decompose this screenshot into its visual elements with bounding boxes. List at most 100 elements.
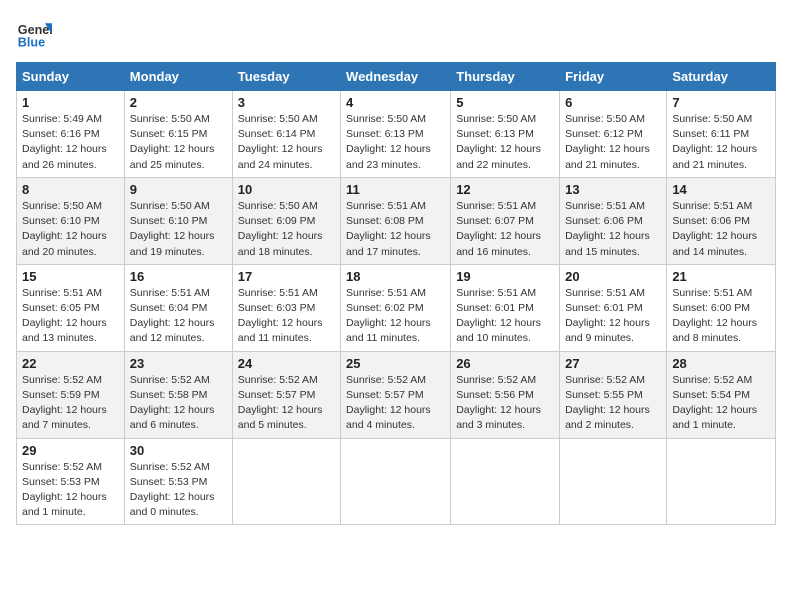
svg-text:Blue: Blue	[18, 36, 45, 50]
day-number: 14	[672, 182, 770, 197]
calendar-cell: 1 Sunrise: 5:49 AMSunset: 6:16 PMDaylight…	[17, 91, 125, 178]
calendar-cell	[232, 438, 340, 525]
calendar-cell: 27 Sunrise: 5:52 AMSunset: 5:55 PMDayligh…	[560, 351, 667, 438]
calendar-week-row: 22 Sunrise: 5:52 AMSunset: 5:59 PMDayligh…	[17, 351, 776, 438]
day-detail: Sunrise: 5:50 AMSunset: 6:14 PMDaylight:…	[238, 113, 323, 171]
day-detail: Sunrise: 5:50 AMSunset: 6:10 PMDaylight:…	[22, 200, 107, 258]
calendar-cell: 22 Sunrise: 5:52 AMSunset: 5:59 PMDayligh…	[17, 351, 125, 438]
calendar-cell: 9 Sunrise: 5:50 AMSunset: 6:10 PMDaylight…	[124, 177, 232, 264]
day-detail: Sunrise: 5:52 AMSunset: 5:53 PMDaylight:…	[22, 461, 107, 519]
day-detail: Sunrise: 5:50 AMSunset: 6:13 PMDaylight:…	[346, 113, 431, 171]
calendar-cell: 17 Sunrise: 5:51 AMSunset: 6:03 PMDayligh…	[232, 264, 340, 351]
calendar-cell: 28Sunrise: 5:52 AMSunset: 5:54 PMDayligh…	[667, 351, 776, 438]
day-detail: Sunrise: 5:52 AMSunset: 5:55 PMDaylight:…	[565, 374, 650, 432]
day-header-friday: Friday	[560, 63, 667, 91]
calendar-week-row: 15 Sunrise: 5:51 AMSunset: 6:05 PMDayligh…	[17, 264, 776, 351]
calendar-cell: 16 Sunrise: 5:51 AMSunset: 6:04 PMDayligh…	[124, 264, 232, 351]
day-number: 1	[22, 95, 119, 110]
day-detail: Sunrise: 5:50 AMSunset: 6:11 PMDaylight:…	[672, 113, 757, 171]
day-number: 15	[22, 269, 119, 284]
day-detail: Sunrise: 5:51 AMSunset: 6:00 PMDaylight:…	[672, 287, 757, 345]
calendar-week-row: 8 Sunrise: 5:50 AMSunset: 6:10 PMDaylight…	[17, 177, 776, 264]
calendar-body: 1 Sunrise: 5:49 AMSunset: 6:16 PMDaylight…	[17, 91, 776, 525]
day-number: 8	[22, 182, 119, 197]
day-detail: Sunrise: 5:51 AMSunset: 6:04 PMDaylight:…	[130, 287, 215, 345]
calendar-table: SundayMondayTuesdayWednesdayThursdayFrid…	[16, 62, 776, 525]
calendar-cell: 26Sunrise: 5:52 AMSunset: 5:56 PMDayligh…	[451, 351, 560, 438]
day-number: 12	[456, 182, 554, 197]
calendar-cell: 3 Sunrise: 5:50 AMSunset: 6:14 PMDaylight…	[232, 91, 340, 178]
calendar-cell	[560, 438, 667, 525]
calendar-cell: 11 Sunrise: 5:51 AMSunset: 6:08 PMDayligh…	[341, 177, 451, 264]
day-header-tuesday: Tuesday	[232, 63, 340, 91]
day-number: 25	[346, 356, 445, 371]
calendar-week-row: 1 Sunrise: 5:49 AMSunset: 6:16 PMDaylight…	[17, 91, 776, 178]
calendar-cell: 2 Sunrise: 5:50 AMSunset: 6:15 PMDaylight…	[124, 91, 232, 178]
day-number: 24	[238, 356, 335, 371]
day-header-monday: Monday	[124, 63, 232, 91]
day-number: 30	[130, 443, 227, 458]
day-detail: Sunrise: 5:50 AMSunset: 6:15 PMDaylight:…	[130, 113, 215, 171]
day-detail: Sunrise: 5:51 AMSunset: 6:08 PMDaylight:…	[346, 200, 431, 258]
day-number: 27	[565, 356, 661, 371]
day-detail: Sunrise: 5:49 AMSunset: 6:16 PMDaylight:…	[22, 113, 107, 171]
page-header: General Blue	[16, 16, 776, 52]
calendar-cell: 14 Sunrise: 5:51 AMSunset: 6:06 PMDayligh…	[667, 177, 776, 264]
calendar-cell: 25 Sunrise: 5:52 AMSunset: 5:57 PMDayligh…	[341, 351, 451, 438]
calendar-cell: 30 Sunrise: 5:52 AMSunset: 5:53 PMDayligh…	[124, 438, 232, 525]
calendar-cell: 19 Sunrise: 5:51 AMSunset: 6:01 PMDayligh…	[451, 264, 560, 351]
day-number: 26	[456, 356, 554, 371]
calendar-cell: 24 Sunrise: 5:52 AMSunset: 5:57 PMDayligh…	[232, 351, 340, 438]
calendar-cell: 7Sunrise: 5:50 AMSunset: 6:11 PMDaylight…	[667, 91, 776, 178]
day-number: 2	[130, 95, 227, 110]
day-number: 6	[565, 95, 661, 110]
day-detail: Sunrise: 5:51 AMSunset: 6:02 PMDaylight:…	[346, 287, 431, 345]
calendar-cell: 20 Sunrise: 5:51 AMSunset: 6:01 PMDayligh…	[560, 264, 667, 351]
day-number: 3	[238, 95, 335, 110]
day-detail: Sunrise: 5:52 AMSunset: 5:54 PMDaylight:…	[672, 374, 757, 432]
calendar-week-row: 29 Sunrise: 5:52 AMSunset: 5:53 PMDayligh…	[17, 438, 776, 525]
day-detail: Sunrise: 5:52 AMSunset: 5:57 PMDaylight:…	[238, 374, 323, 432]
day-header-sunday: Sunday	[17, 63, 125, 91]
day-number: 18	[346, 269, 445, 284]
day-detail: Sunrise: 5:50 AMSunset: 6:10 PMDaylight:…	[130, 200, 215, 258]
day-number: 16	[130, 269, 227, 284]
day-number: 9	[130, 182, 227, 197]
day-number: 10	[238, 182, 335, 197]
day-detail: Sunrise: 5:50 AMSunset: 6:12 PMDaylight:…	[565, 113, 650, 171]
day-detail: Sunrise: 5:52 AMSunset: 5:59 PMDaylight:…	[22, 374, 107, 432]
calendar-header-row: SundayMondayTuesdayWednesdayThursdayFrid…	[17, 63, 776, 91]
logo: General Blue	[16, 16, 52, 52]
calendar-cell	[451, 438, 560, 525]
day-header-wednesday: Wednesday	[341, 63, 451, 91]
day-number: 17	[238, 269, 335, 284]
day-detail: Sunrise: 5:51 AMSunset: 6:01 PMDaylight:…	[456, 287, 541, 345]
day-detail: Sunrise: 5:50 AMSunset: 6:13 PMDaylight:…	[456, 113, 541, 171]
day-detail: Sunrise: 5:51 AMSunset: 6:01 PMDaylight:…	[565, 287, 650, 345]
day-header-thursday: Thursday	[451, 63, 560, 91]
calendar-cell: 23 Sunrise: 5:52 AMSunset: 5:58 PMDayligh…	[124, 351, 232, 438]
day-detail: Sunrise: 5:50 AMSunset: 6:09 PMDaylight:…	[238, 200, 323, 258]
day-detail: Sunrise: 5:52 AMSunset: 5:58 PMDaylight:…	[130, 374, 215, 432]
calendar-cell: 13Sunrise: 5:51 AMSunset: 6:06 PMDayligh…	[560, 177, 667, 264]
day-number: 22	[22, 356, 119, 371]
logo-icon: General Blue	[16, 16, 52, 52]
day-detail: Sunrise: 5:52 AMSunset: 5:57 PMDaylight:…	[346, 374, 431, 432]
day-detail: Sunrise: 5:51 AMSunset: 6:07 PMDaylight:…	[456, 200, 541, 258]
day-number: 11	[346, 182, 445, 197]
calendar-cell: 8 Sunrise: 5:50 AMSunset: 6:10 PMDaylight…	[17, 177, 125, 264]
calendar-cell	[341, 438, 451, 525]
day-detail: Sunrise: 5:51 AMSunset: 6:03 PMDaylight:…	[238, 287, 323, 345]
day-detail: Sunrise: 5:52 AMSunset: 5:53 PMDaylight:…	[130, 461, 215, 519]
day-detail: Sunrise: 5:51 AMSunset: 6:05 PMDaylight:…	[22, 287, 107, 345]
calendar-cell: 10 Sunrise: 5:50 AMSunset: 6:09 PMDayligh…	[232, 177, 340, 264]
day-number: 20	[565, 269, 661, 284]
calendar-cell: 12 Sunrise: 5:51 AMSunset: 6:07 PMDayligh…	[451, 177, 560, 264]
day-number: 29	[22, 443, 119, 458]
day-number: 19	[456, 269, 554, 284]
calendar-cell	[667, 438, 776, 525]
day-detail: Sunrise: 5:51 AMSunset: 6:06 PMDaylight:…	[672, 200, 757, 258]
calendar-cell: 21Sunrise: 5:51 AMSunset: 6:00 PMDayligh…	[667, 264, 776, 351]
calendar-cell: 4Sunrise: 5:50 AMSunset: 6:13 PMDaylight…	[341, 91, 451, 178]
day-number: 23	[130, 356, 227, 371]
